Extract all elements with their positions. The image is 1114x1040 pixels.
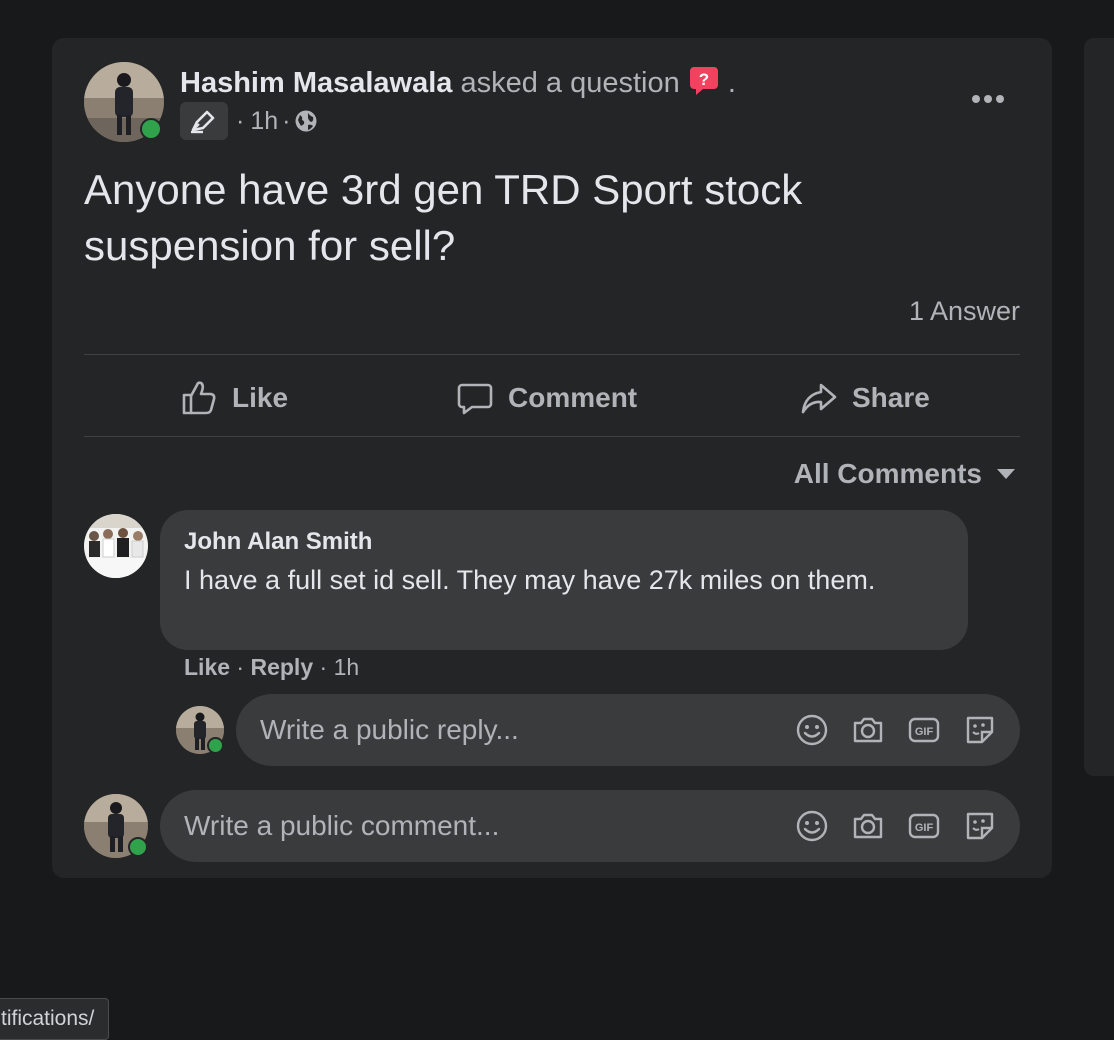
share-button[interactable]: Share (800, 374, 930, 422)
caret-down-icon (996, 468, 1016, 480)
sticker-icon[interactable] (962, 712, 998, 748)
svg-text:GIF: GIF (915, 822, 934, 834)
emoji-icon[interactable] (794, 712, 830, 748)
comment-label: Comment (508, 382, 638, 413)
like-label: Like (232, 382, 289, 413)
question-mark-badge-icon: ? (688, 64, 720, 104)
comment-time[interactable]: 1h (334, 654, 360, 680)
comment-icon (456, 379, 494, 417)
comment-like-link[interactable]: Like (184, 654, 230, 680)
more-options-icon[interactable] (960, 84, 1016, 114)
answer-count[interactable]: 1 Answer (909, 296, 1020, 327)
like-button[interactable]: Like (180, 374, 288, 422)
gif-icon[interactable]: GIF (906, 808, 942, 844)
post-meta: · 1h · (180, 102, 318, 140)
comment-input-toolbar: GIF (794, 790, 998, 862)
reply-input-toolbar: GIF (794, 694, 998, 766)
comment-actions: Like · Reply · 1h (184, 654, 359, 681)
divider-top (84, 354, 1020, 355)
globe-icon[interactable] (294, 109, 318, 133)
comment-reply-link[interactable]: Reply (250, 654, 313, 680)
author-name[interactable]: Hashim Masalawala (180, 67, 452, 99)
reply-input-placeholder: Write a public reply... (260, 714, 519, 745)
action-text: asked a question (460, 67, 680, 99)
comment-bubble: John Alan Smith I have a full set id sel… (160, 510, 968, 650)
camera-icon[interactable] (850, 808, 886, 844)
right-column-card (1084, 38, 1114, 776)
meta-separator: · (282, 106, 291, 135)
comment-author[interactable]: John Alan Smith (184, 528, 372, 556)
meta-separator: · (236, 106, 245, 135)
like-icon (180, 379, 218, 417)
comment-button[interactable]: Comment (456, 374, 637, 422)
reply-online-dot (207, 737, 224, 754)
comment-input[interactable]: Write a public comment... GIF (160, 790, 1020, 862)
question-post-card: Hashim Masalawala asked a question ? . ·… (52, 38, 1052, 878)
camera-icon[interactable] (850, 712, 886, 748)
comments-filter-label: All Comments (793, 458, 982, 489)
share-label: Share (852, 382, 930, 413)
post-header: Hashim Masalawala asked a question ? . (180, 64, 736, 104)
gif-icon[interactable]: GIF (906, 712, 942, 748)
pen-badge-icon[interactable] (180, 102, 228, 140)
share-icon (800, 379, 838, 417)
trailing-dot: . (727, 67, 736, 99)
current-user-online-dot (128, 837, 148, 857)
svg-text:GIF: GIF (915, 726, 934, 738)
sticker-icon[interactable] (962, 808, 998, 844)
comments-filter-dropdown[interactable]: All Comments (794, 458, 1016, 490)
divider-bottom (84, 436, 1020, 437)
online-status-dot (140, 118, 162, 140)
reply-input[interactable]: Write a public reply... GIF (236, 694, 1020, 766)
status-bar-url: tifications/ (0, 998, 110, 1040)
comment-input-placeholder: Write a public comment... (184, 810, 500, 841)
question-text: Anyone have 3rd gen TRD Sport stock susp… (84, 166, 803, 269)
comment-text: I have a full set id sell. They may have… (184, 565, 876, 595)
post-time[interactable]: 1h (250, 107, 278, 136)
comment-actions-separator: · (319, 654, 328, 680)
emoji-icon[interactable] (794, 808, 830, 844)
svg-text:?: ? (699, 70, 709, 89)
comment-actions-separator: · (236, 654, 245, 680)
commenter-avatar[interactable] (84, 514, 148, 578)
